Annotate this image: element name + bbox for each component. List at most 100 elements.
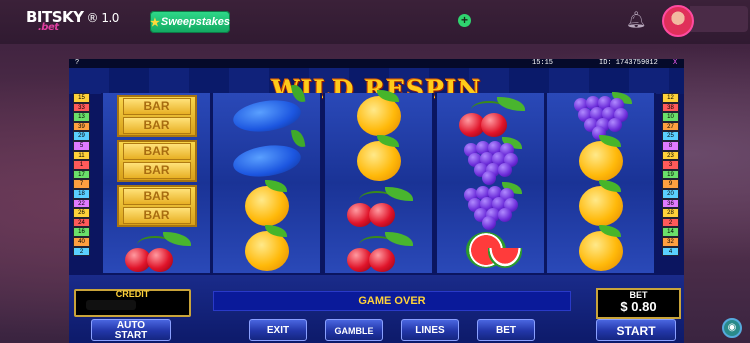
cherry-symbol: [117, 230, 197, 272]
reel-cell: [325, 228, 432, 273]
chat-support-icon[interactable]: ◉: [722, 318, 742, 338]
sweepstakes-label: Sweepstakes: [160, 16, 230, 28]
lines-button[interactable]: LINES: [401, 319, 459, 341]
auto-start-label-2: START: [114, 330, 148, 341]
bar-text: BAR: [122, 187, 191, 205]
right-line-indicators: 12 38 10 27 25 8 23 3 19 9 20 36 28 2 14 32 4: [662, 93, 679, 257]
reel-cell: [103, 228, 210, 273]
cherry-symbol: [339, 185, 419, 227]
bell-icon[interactable]: 🔔︎: [626, 10, 646, 30]
reel-cell: [437, 181, 544, 230]
reel-cell: [213, 138, 320, 183]
logo-subtext: .bet: [38, 22, 59, 33]
exit-button[interactable]: EXIT: [249, 319, 307, 341]
sweepstakes-button[interactable]: ★ Sweepstakes: [150, 11, 230, 33]
reel-cell: [437, 93, 544, 138]
bet-value: $ 0.80: [620, 299, 657, 314]
line-indicator: 22: [73, 198, 90, 209]
line-indicator: 40: [73, 236, 90, 247]
status-flag: ?: [75, 59, 80, 67]
bet-button[interactable]: BET: [477, 319, 535, 341]
logo-version: ® 1.0: [86, 11, 120, 25]
line-indicator: 16: [73, 227, 90, 237]
line-indicator: 7: [73, 179, 90, 189]
reel-cell: [213, 224, 320, 273]
start-button[interactable]: START: [596, 319, 676, 341]
line-indicator: 29: [73, 131, 90, 141]
reel-cell: [547, 91, 654, 140]
bar-text: BAR: [122, 142, 191, 160]
line-indicator: 12: [662, 93, 679, 103]
orange-symbol: [578, 179, 623, 226]
reel-3: [323, 89, 434, 273]
line-indicator: 13: [73, 112, 90, 122]
auto-start-button[interactable]: AUTO START: [91, 319, 171, 341]
reel-cell: [437, 136, 544, 185]
line-indicator: 15: [73, 93, 90, 103]
reel-1: BAR BAR BAR BAR BAR BAR: [101, 93, 212, 273]
reel-cell: [547, 134, 654, 183]
game-status-bar: ? 15:15 ID: 1743759012 X: [69, 59, 684, 68]
line-indicator: 27: [662, 121, 679, 132]
profile-menu[interactable]: [690, 6, 748, 32]
line-indicator: 11: [73, 150, 90, 161]
line-indicator: 19: [662, 169, 679, 180]
reel-5: [545, 91, 656, 273]
site-logo[interactable]: BITSKY ® 1.0 .bet: [26, 8, 120, 33]
orange-symbol: [578, 224, 623, 271]
cherry-symbol: [451, 95, 531, 137]
line-indicator: 26: [73, 208, 90, 218]
reel-cell: [437, 228, 544, 273]
line-indicator: 5: [73, 140, 90, 151]
close-icon[interactable]: X: [673, 59, 677, 68]
line-indicator: 39: [73, 121, 90, 132]
reel-2: [211, 93, 322, 273]
line-indicator: 1: [73, 160, 90, 170]
credit-display: CREDIT: [74, 289, 191, 317]
line-indicator: 10: [662, 112, 679, 122]
credit-value-hidden: [86, 300, 136, 310]
reel-cell: [325, 134, 432, 183]
bar-symbol: BAR BAR: [116, 184, 197, 227]
bar-symbol: BAR BAR: [116, 139, 197, 182]
reel-cell: [547, 179, 654, 228]
line-indicator: 25: [662, 131, 679, 141]
reel-cell: [547, 224, 654, 273]
line-indicator: 17: [73, 169, 90, 180]
credit-label: CREDIT: [115, 289, 150, 299]
line-indicator: 32: [662, 236, 679, 247]
orange-symbol: [356, 89, 401, 136]
add-funds-button[interactable]: +: [458, 14, 471, 27]
cherry-symbol: [339, 230, 419, 272]
orange-symbol: [244, 224, 289, 271]
line-indicator: 20: [662, 188, 679, 199]
line-indicator: 28: [662, 208, 679, 218]
star-icon: ★: [150, 16, 160, 29]
left-line-indicators: 15 33 13 39 29 5 11 1 17 7 18 22 26 24 16 40 2: [73, 93, 90, 257]
plum-symbol: [230, 140, 303, 181]
reel-cell: BAR BAR: [103, 93, 210, 138]
line-indicator: 36: [662, 198, 679, 209]
reel-4: [435, 93, 546, 273]
gamble-button[interactable]: GAMBLE: [325, 319, 383, 341]
line-indicator: 24: [73, 217, 90, 228]
bar-text: BAR: [122, 97, 191, 115]
orange-symbol: [578, 134, 623, 181]
control-panel: CREDIT GAME OVER BET $ 0.80 AUTO START E…: [69, 275, 684, 343]
slot-game-window: ? 15:15 ID: 1743759012 X WILD RESPIN 15 3…: [69, 59, 684, 343]
line-indicator: 4: [662, 246, 679, 257]
avatar[interactable]: [662, 5, 694, 37]
bar-symbol: BAR BAR: [116, 94, 197, 137]
line-indicator: 14: [662, 227, 679, 237]
bar-text: BAR: [122, 206, 191, 224]
grapes-symbol: [460, 136, 522, 185]
top-bar: BITSKY ® 1.0 .bet ★ Sweepstakes + 🔔︎: [0, 0, 750, 44]
reel-cell: BAR BAR: [103, 183, 210, 228]
reel-cell: BAR BAR: [103, 138, 210, 183]
bar-text: BAR: [122, 116, 191, 134]
watermelon-symbol: [460, 230, 522, 272]
reel-cell: [213, 93, 320, 138]
status-time: 15:15: [532, 59, 554, 67]
line-indicator: 9: [662, 179, 679, 189]
line-indicator: 23: [662, 150, 679, 161]
